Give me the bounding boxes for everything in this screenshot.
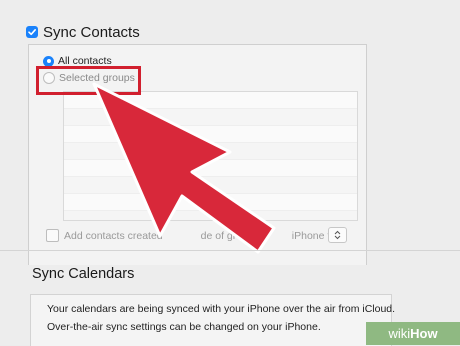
sync-contacts-checkbox[interactable]: [26, 26, 38, 38]
section-divider: [0, 250, 460, 251]
wikihow-watermark: wiki How: [366, 322, 460, 345]
watermark-part-2: How: [410, 326, 438, 341]
calendars-info-line-2: Over-the-air sync settings can be change…: [47, 321, 321, 333]
itunes-sync-settings-page: Sync Contacts All contacts Selected grou…: [0, 0, 460, 346]
checkmark-icon: [28, 29, 36, 36]
sync-contacts-title: Sync Contacts: [43, 23, 140, 41]
group-select-popup[interactable]: [328, 227, 347, 243]
chevron-updown-icon: [334, 230, 341, 240]
all-contacts-radio[interactable]: [43, 55, 54, 67]
watermark-part-1: wiki: [388, 326, 411, 341]
add-contacts-checkbox[interactable]: [46, 229, 59, 242]
calendars-info-line-1: Your calendars are being synced with you…: [47, 303, 396, 315]
sync-calendars-title: Sync Calendars: [32, 266, 135, 282]
calendars-panel: [30, 294, 392, 346]
sync-contacts-header[interactable]: Sync Contacts: [26, 22, 140, 42]
pointer-arrow-icon: [92, 82, 276, 254]
